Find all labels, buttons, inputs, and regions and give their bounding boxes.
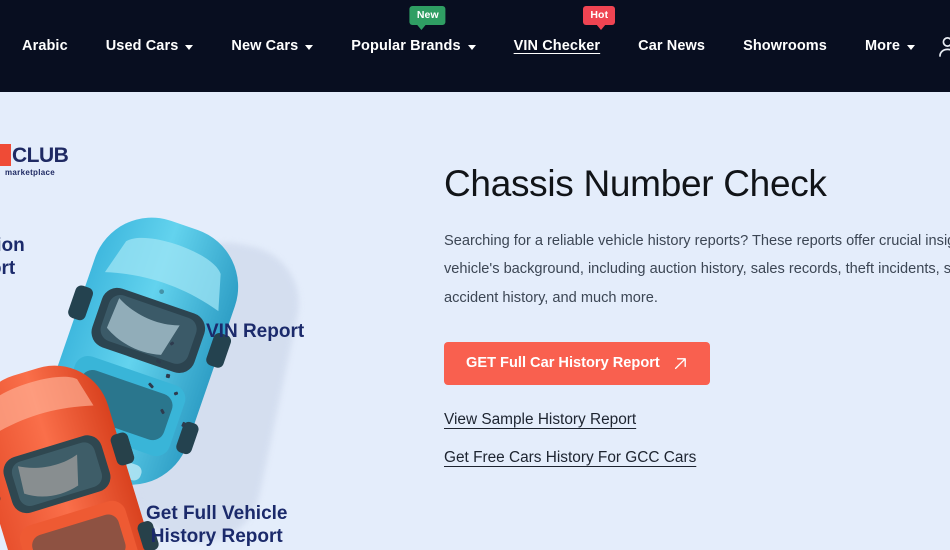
nav-item-label: More: [864, 38, 900, 54]
nav-item-label: New Cars: [231, 38, 299, 54]
logo-mark-icon: [0, 144, 11, 166]
brand-logo: CLUB marketplace: [0, 144, 69, 177]
chevron-down-icon: [467, 45, 476, 50]
hero-illustration: CLUB marketplace on rt VIN Report Get Fu…: [0, 92, 430, 550]
nav-item-arabic[interactable]: Arabic: [22, 32, 87, 60]
hero-links: View Sample History Report Get Free Cars…: [444, 411, 950, 467]
cta-label: GET Full Car History Report: [466, 355, 660, 372]
label-get-full-vehicle-history-report: Get Full Vehicle History Report: [146, 503, 288, 548]
nav-item-used-cars[interactable]: Used Cars: [87, 32, 213, 60]
nav-item-showrooms[interactable]: Showrooms: [724, 32, 846, 60]
top-navigation-bar: Arabic Used Cars New Cars New Popular Br…: [0, 0, 950, 92]
nav-item-car-news[interactable]: Car News: [619, 32, 724, 60]
nav-item-popular-brands[interactable]: New Popular Brands: [332, 6, 494, 60]
chevron-down-icon: [185, 45, 194, 50]
logo-subtitle: marketplace: [5, 168, 55, 177]
nav-item-more[interactable]: More: [846, 32, 934, 60]
get-free-cars-history-gcc-link[interactable]: Get Free Cars History For GCC Cars: [444, 449, 696, 467]
logo-text: CLUB: [12, 144, 69, 167]
hero-section: CLUB marketplace on rt VIN Report Get Fu…: [0, 92, 950, 550]
nav-links: Arabic Used Cars New Cars New Popular Br…: [22, 6, 934, 60]
get-full-car-history-report-button[interactable]: GET Full Car History Report: [444, 342, 710, 386]
nav-item-new-cars[interactable]: New Cars: [212, 32, 332, 60]
chevron-down-icon: [907, 45, 915, 50]
badge-new: New: [409, 6, 446, 30]
user-account-icon[interactable]: [934, 33, 950, 59]
hero-description: Searching for a reliable vehicle history…: [444, 232, 950, 306]
label-vin-report: VIN Report: [206, 321, 305, 342]
nav-item-vin-checker[interactable]: Hot VIN Checker: [495, 6, 620, 60]
view-sample-history-report-link[interactable]: View Sample History Report: [444, 411, 636, 429]
label-auction-report: Auction Report: [0, 235, 25, 280]
badge-hot: Hot: [583, 6, 616, 30]
nav-item-label: Popular Brands: [351, 38, 461, 54]
nav-item-label: VIN Checker: [513, 38, 601, 54]
page-title: Chassis Number Check: [444, 163, 827, 204]
arrow-up-right-icon: [674, 357, 686, 369]
nav-item-label: Arabic: [22, 38, 68, 54]
nav-item-label: Showrooms: [743, 38, 827, 54]
nav-item-label: Car News: [638, 38, 706, 54]
nav-item-label: Used Cars: [105, 38, 179, 54]
chevron-down-icon: [305, 45, 314, 50]
hero-content: Chassis Number Check Searching for a rel…: [430, 92, 950, 550]
